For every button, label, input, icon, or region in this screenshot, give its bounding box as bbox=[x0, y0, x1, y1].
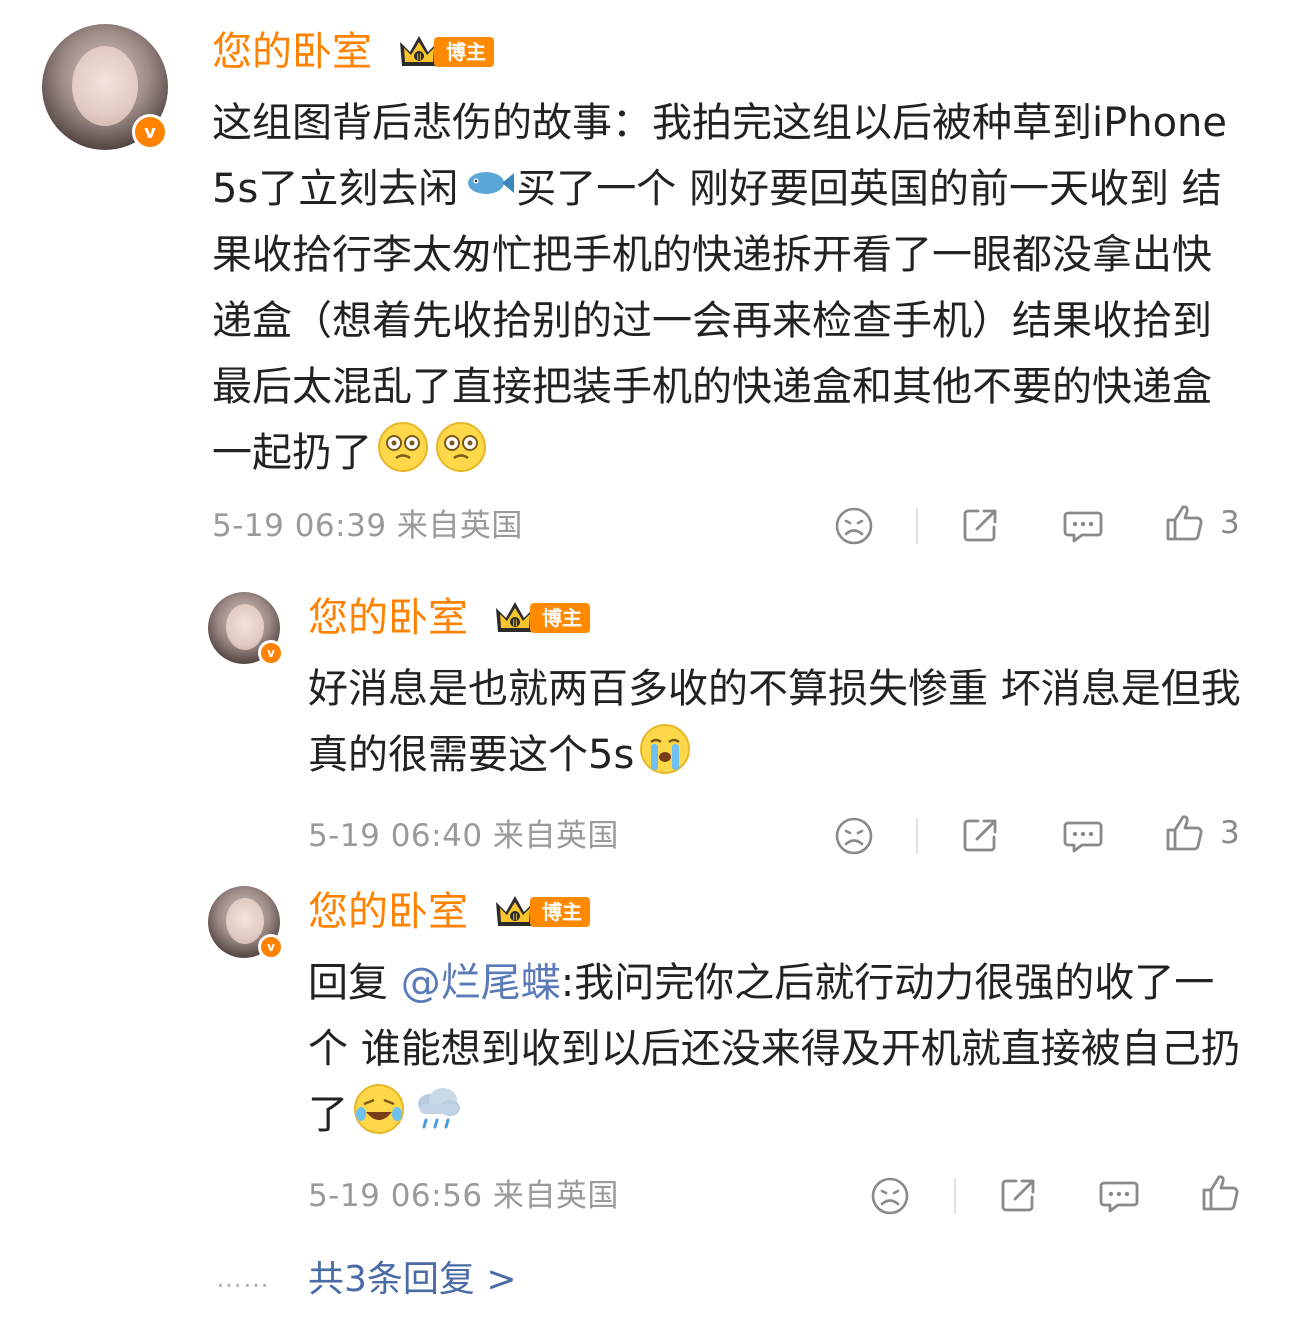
blogger-badge: 博主 bbox=[492, 892, 590, 932]
dislike-button[interactable] bbox=[834, 506, 874, 546]
blogger-badge: 博主 bbox=[492, 598, 590, 638]
sad-face-icon bbox=[835, 507, 873, 545]
blogger-badge: 博主 bbox=[396, 32, 494, 72]
location: 来自英国 bbox=[396, 508, 523, 544]
laughing-tears-emoji-icon bbox=[354, 1084, 404, 1134]
share-button[interactable] bbox=[960, 505, 1000, 545]
dislike-button[interactable] bbox=[834, 816, 874, 856]
location: 来自英国 bbox=[492, 818, 619, 854]
verified-v-icon: v bbox=[258, 640, 284, 666]
like-count: 3 bbox=[1220, 815, 1240, 851]
like-button[interactable]: 3 bbox=[1164, 813, 1240, 853]
comment-button[interactable] bbox=[1062, 815, 1104, 855]
timestamp: 5-19 06:39 bbox=[212, 508, 387, 544]
verified-v-icon: v bbox=[258, 934, 284, 960]
thumbs-up-icon bbox=[1202, 1175, 1239, 1211]
rain-cloud-emoji-icon bbox=[418, 1088, 460, 1129]
timestamp: 5-19 06:40 bbox=[308, 818, 483, 854]
share-icon bbox=[963, 509, 997, 542]
fish-emoji-icon bbox=[468, 172, 515, 194]
reply-text: 好消息是也就两百多收的不算损失惨重 坏消息是但我真的很需要这个5s bbox=[308, 666, 1241, 778]
sad-face-icon bbox=[871, 1177, 909, 1215]
divider bbox=[916, 508, 918, 544]
username[interactable]: 您的卧室 bbox=[308, 888, 468, 936]
share-icon bbox=[963, 819, 997, 852]
username[interactable]: 您的卧室 bbox=[308, 594, 468, 642]
dizzy-face-emoji-icon bbox=[436, 422, 486, 472]
comment-icon bbox=[1099, 1181, 1139, 1213]
share-icon bbox=[1001, 1179, 1035, 1212]
like-count: 3 bbox=[1220, 505, 1240, 541]
mention-link[interactable]: @烂尾蝶 bbox=[401, 960, 561, 1006]
share-button[interactable] bbox=[960, 815, 1000, 855]
separator-dots: …… bbox=[216, 1264, 270, 1294]
reply-meta: 5-19 06:56 来自英国 bbox=[308, 1176, 619, 1216]
reply-meta: 5-19 06:40 来自英国 bbox=[308, 816, 619, 856]
dislike-button[interactable] bbox=[870, 1176, 910, 1216]
verified-v-icon: v bbox=[132, 114, 168, 150]
timestamp: 5-19 06:56 bbox=[308, 1178, 483, 1214]
comment-meta: 5-19 06:39 来自英国 bbox=[212, 506, 523, 546]
thumbs-up-icon bbox=[1166, 505, 1203, 541]
comment-icon bbox=[1063, 511, 1103, 543]
like-button[interactable]: 3 bbox=[1164, 503, 1240, 543]
reply-text: 回复 @烂尾蝶:我问完你之后就行动力很强的收了一个 谁能想到收到以后还没来得及开… bbox=[308, 960, 1241, 1138]
location: 来自英国 bbox=[492, 1178, 619, 1214]
username[interactable]: 您的卧室 bbox=[212, 28, 372, 76]
badge-label: 博主 bbox=[530, 897, 590, 927]
sad-face-icon bbox=[835, 817, 873, 855]
dizzy-face-emoji-icon bbox=[378, 422, 428, 472]
badge-label: 博主 bbox=[434, 37, 494, 67]
like-button[interactable] bbox=[1200, 1173, 1242, 1213]
thumbs-up-icon bbox=[1166, 815, 1203, 851]
view-all-replies-link[interactable]: 共3条回复 > bbox=[308, 1258, 517, 1302]
divider bbox=[954, 1178, 956, 1214]
badge-label: 博主 bbox=[530, 603, 590, 633]
comment-button[interactable] bbox=[1062, 505, 1104, 545]
divider bbox=[916, 818, 918, 854]
comment-icon bbox=[1063, 821, 1103, 853]
comment-text: 这组图背后悲伤的故事：我拍完这组以后被种草到iPhone5s了立刻去闲 买了一个 … bbox=[212, 100, 1228, 476]
comment-button[interactable] bbox=[1098, 1175, 1140, 1215]
share-button[interactable] bbox=[998, 1175, 1038, 1215]
crying-face-emoji-icon bbox=[640, 724, 691, 774]
